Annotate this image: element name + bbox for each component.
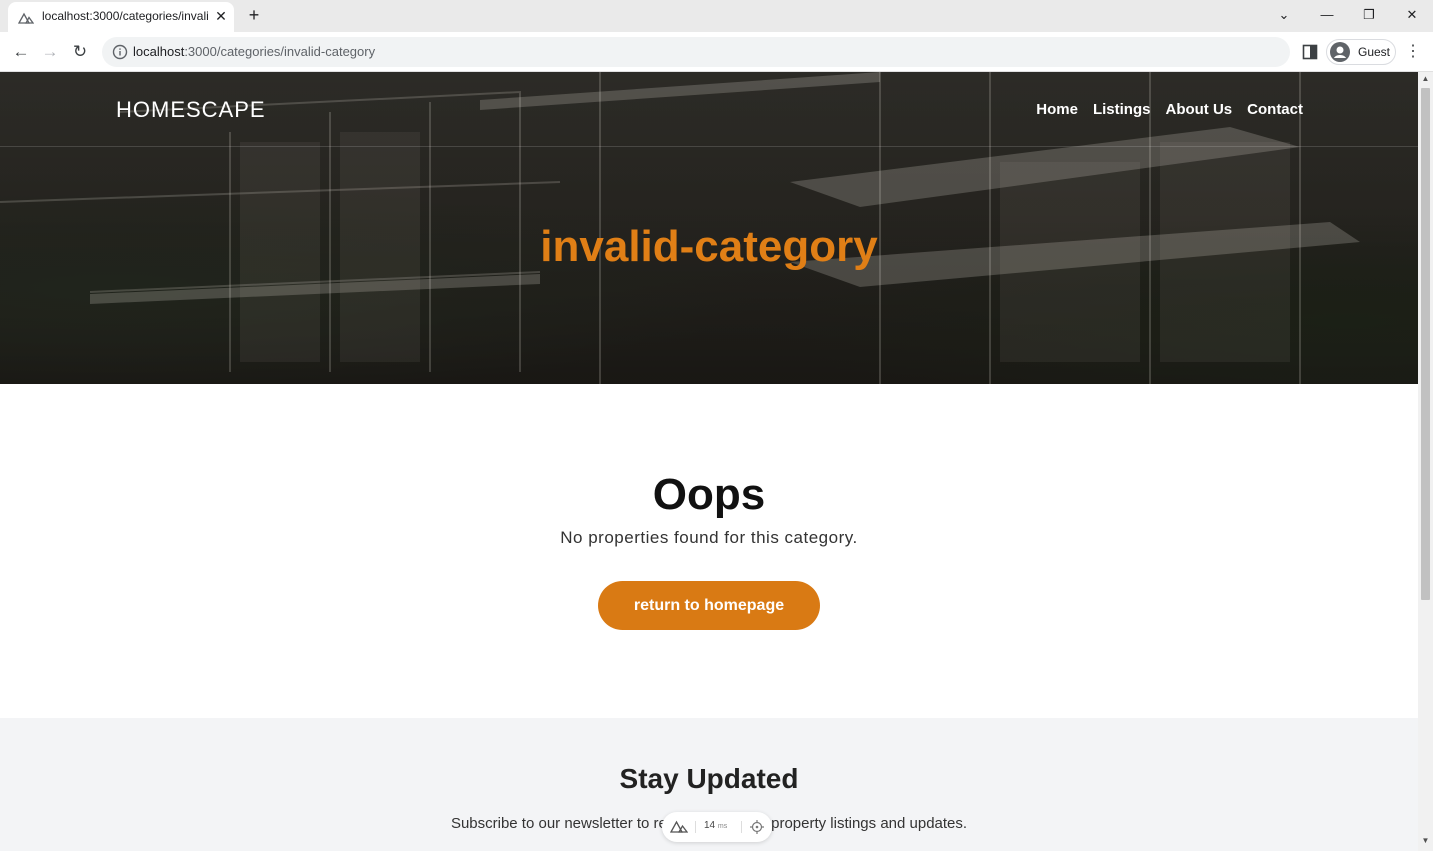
nav-contact[interactable]: Contact [1247,101,1303,118]
nuxt-devtools-icon[interactable] [670,819,688,833]
avatar-icon [1330,42,1350,62]
address-bar[interactable]: localhost:3000/categories/invalid-catego… [102,37,1290,67]
url-host: localhost [133,44,185,59]
newsletter-heading: Stay Updated [619,763,799,794]
profile-button[interactable]: Guest [1326,39,1396,65]
scroll-thumb[interactable] [1421,88,1430,600]
tab-title: localhost:3000/categories/invalid-catego… [42,9,208,23]
nav-about-us[interactable]: About Us [1165,101,1232,118]
restore-icon[interactable]: ❐ [1355,4,1383,26]
return-home-button[interactable]: return to homepage [598,581,820,630]
nav-home[interactable]: Home [1036,101,1078,118]
devtools-pill[interactable]: 14 ms [662,812,772,842]
empty-state-message: No properties found for this category. [560,528,858,547]
page-viewport: HOMESCAPE Home Listings About Us Contact… [0,72,1418,851]
main-nav: Home Listings About Us Contact [1036,101,1303,118]
component-inspector-icon[interactable] [750,820,764,834]
nav-listings[interactable]: Listings [1093,101,1151,118]
side-panel-icon[interactable] [1302,44,1318,60]
site-header: HOMESCAPE Home Listings About Us Contact [0,72,1418,147]
forward-icon[interactable]: → [38,40,62,64]
close-window-icon[interactable]: ✕ [1398,4,1426,26]
url-text: localhost:3000/categories/invalid-catego… [133,44,375,59]
nuxt-favicon-icon [18,12,34,24]
browser-menu-icon[interactable]: ⋮ [1404,40,1422,64]
url-path: :3000/categories/invalid-category [184,44,376,59]
site-info-icon[interactable] [112,44,128,60]
category-title: invalid-category [540,222,878,271]
browser-toolbar: ← → ↻ localhost:3000/categories/invalid-… [0,32,1433,72]
browser-tab[interactable]: localhost:3000/categories/invalid-catego… [8,2,234,32]
browser-tab-strip: localhost:3000/categories/invalid-catego… [0,0,1433,32]
scroll-down-arrow-icon[interactable]: ▼ [1418,836,1433,846]
empty-state-section: Oops No properties found for this catego… [0,384,1418,718]
render-time: 14 ms [704,820,727,831]
render-time-value: 14 [704,820,716,831]
back-icon[interactable]: ← [9,40,33,64]
reload-icon[interactable]: ↻ [68,40,92,64]
new-tab-icon[interactable]: + [244,5,264,25]
divider [741,821,742,833]
tab-search-icon[interactable]: ⌄ [1270,4,1298,26]
scroll-up-arrow-icon[interactable]: ▲ [1418,74,1433,84]
render-time-unit: ms [717,823,728,830]
tab-close-icon[interactable]: ✕ [213,8,229,24]
site-logo[interactable]: HOMESCAPE [116,97,266,123]
empty-state-heading: Oops [652,470,766,519]
page-scrollbar[interactable]: ▲ ▼ [1418,72,1433,851]
divider [695,821,696,833]
minimize-icon[interactable]: — [1313,4,1341,26]
hero-banner: HOMESCAPE Home Listings About Us Contact… [0,72,1418,384]
profile-label: Guest [1358,45,1391,59]
